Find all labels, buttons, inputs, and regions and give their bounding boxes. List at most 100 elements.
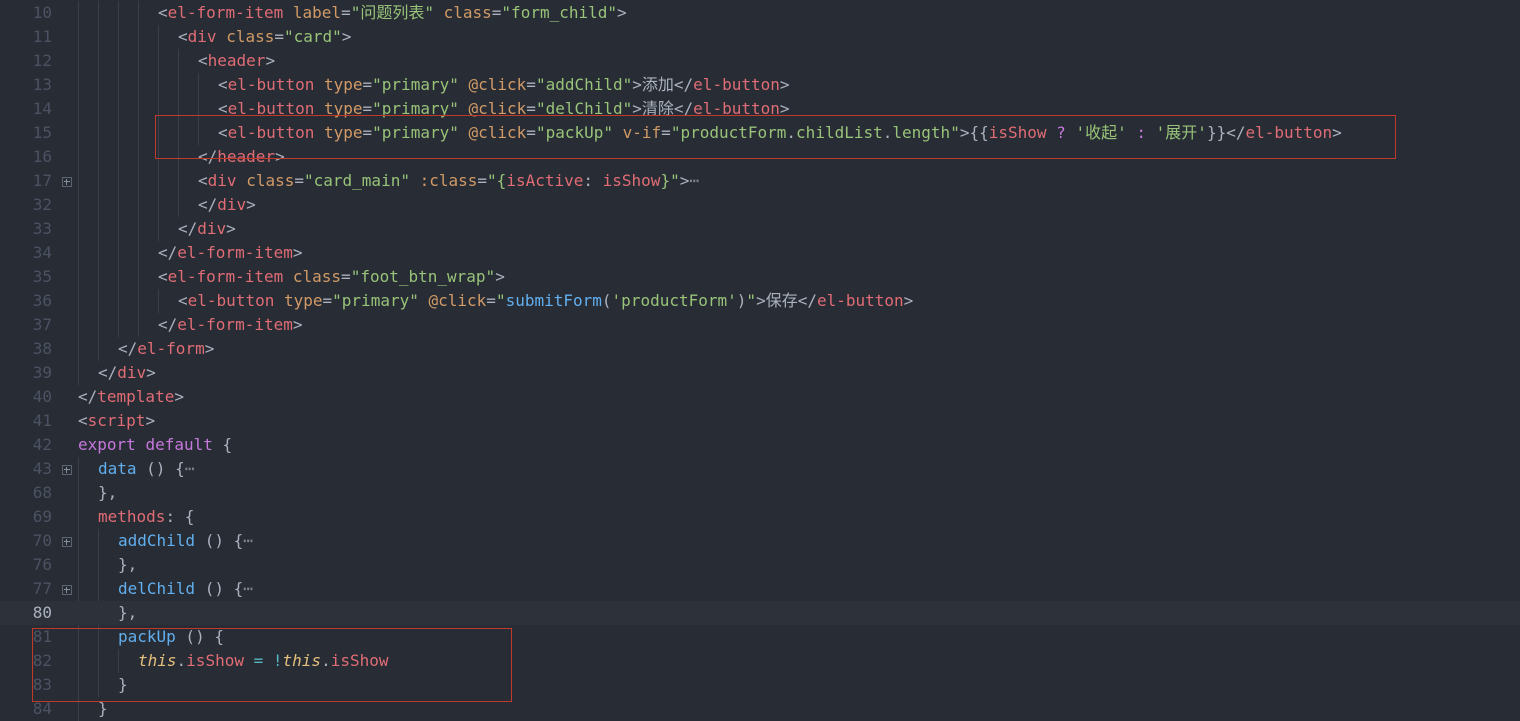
code-line[interactable]: 15 <el-button type="primary" @click="pack…	[0, 121, 1520, 145]
code-line[interactable]: 13 <el-button type="primary" @click="addC…	[0, 73, 1520, 97]
code-line[interactable]: 17 <div class="card_main" :class="{isActi…	[0, 169, 1520, 193]
fold-expand-icon[interactable]	[62, 177, 72, 187]
code-line[interactable]: 35 <el-form-item class="foot_btn_wrap">	[0, 265, 1520, 289]
fold-expand-icon[interactable]	[62, 465, 72, 475]
code-text: </header>	[198, 145, 285, 169]
code-line[interactable]: 81 packUp () {	[0, 625, 1520, 649]
code-token: </	[118, 339, 138, 358]
code-token: "productForm	[670, 123, 787, 142]
code-token: =	[661, 123, 671, 142]
code-line[interactable]: 34 </el-form-item>	[0, 241, 1520, 265]
code-token: "foot_btn_wrap"	[350, 267, 496, 286]
code-line[interactable]: 32 </div>	[0, 193, 1520, 217]
code-text: <header>	[198, 49, 275, 73]
code-token: el-form-item	[167, 3, 284, 22]
fold-expand-icon[interactable]	[62, 585, 72, 595]
code-line[interactable]: 16 </header>	[0, 145, 1520, 169]
code-line[interactable]: 43 data () {⋯	[0, 457, 1520, 481]
code-line[interactable]: 80},	[0, 601, 1520, 625]
code-line[interactable]: 77 delChild () {⋯	[0, 577, 1520, 601]
code-token: "form_child"	[501, 3, 618, 22]
code-line[interactable]: 84}	[0, 697, 1520, 721]
code-line[interactable]: 42 export default {	[0, 433, 1520, 457]
line-number: 32	[32, 195, 52, 214]
code-token: childList	[796, 123, 883, 142]
line-number: 34	[32, 243, 52, 262]
code-token: </	[198, 147, 218, 166]
code-token: div	[117, 363, 147, 382]
code-token: },	[118, 555, 138, 574]
code-line[interactable]: 68},	[0, 481, 1520, 505]
code-token: )	[736, 291, 747, 310]
code-line[interactable]: 33 </div>	[0, 217, 1520, 241]
code-text: export default {	[78, 433, 232, 457]
collapsed-ellipsis[interactable]: ⋯	[243, 579, 253, 598]
code-editor[interactable]: 10 <el-form-item label="问题列表" class="form…	[0, 0, 1520, 721]
code-line[interactable]: 69 methods: {	[0, 505, 1520, 529]
line-number: 80	[32, 603, 52, 622]
line-number: 68	[32, 483, 52, 502]
code-token: export	[78, 435, 136, 454]
code-text: <el-form-item class="foot_btn_wrap">	[158, 265, 505, 289]
code-token: type	[283, 291, 323, 310]
code-token: },	[118, 603, 138, 622]
code-line[interactable]: 12 <header>	[0, 49, 1520, 73]
collapsed-ellipsis[interactable]: ⋯	[243, 531, 253, 550]
code-text: <div class="card_main" :class="{isActive…	[198, 169, 699, 193]
code-line[interactable]: 10 <el-form-item label="问题列表" class="form…	[0, 1, 1520, 25]
code-line[interactable]: 11 <div class="card">	[0, 25, 1520, 49]
line-number: 82	[32, 651, 52, 670]
fold-expand-icon[interactable]	[62, 537, 72, 547]
code-line[interactable]: 40 </template>	[0, 385, 1520, 409]
line-number: 11	[32, 27, 52, 46]
code-token: =	[362, 75, 373, 94]
code-text: },	[118, 601, 137, 625]
code-token: () {	[136, 459, 185, 478]
code-line[interactable]: 38 </el-form>	[0, 337, 1520, 361]
code-text: </el-form-item>	[158, 241, 303, 265]
code-token: <	[218, 99, 228, 118]
collapsed-ellipsis[interactable]: ⋯	[689, 171, 699, 190]
code-text: <script>	[78, 409, 155, 433]
code-token: >	[495, 267, 505, 286]
code-line[interactable]: 37 </el-form-item>	[0, 313, 1520, 337]
code-token: =	[526, 99, 536, 118]
code-line[interactable]: 14 <el-button type="primary" @click="delC…	[0, 97, 1520, 121]
code-token: isActive	[506, 171, 584, 190]
code-line[interactable]: 41 <script>	[0, 409, 1520, 433]
code-line[interactable]: 82 this.isShow = !this.isShow	[0, 649, 1520, 673]
code-token: =	[477, 171, 488, 190]
code-text: },	[118, 553, 137, 577]
code-token: data	[98, 459, 137, 478]
code-line[interactable]: 70 addChild () {⋯	[0, 529, 1520, 553]
code-token: =	[362, 123, 373, 142]
code-line[interactable]: 83}	[0, 673, 1520, 697]
code-token: @click	[428, 291, 487, 310]
code-token: el-button	[816, 291, 904, 310]
code-token: el-form-item	[177, 315, 293, 334]
code-token: :	[1136, 123, 1147, 142]
code-token: }"	[660, 171, 680, 190]
code-token: >	[341, 27, 352, 46]
code-token: () {	[175, 627, 224, 646]
code-token: div	[207, 171, 237, 190]
code-text: data () {⋯	[98, 457, 194, 481]
collapsed-ellipsis[interactable]: ⋯	[185, 459, 195, 478]
code-token: length"	[892, 123, 960, 142]
code-token: isShow	[602, 171, 661, 190]
code-line[interactable]: 39 </div>	[0, 361, 1520, 385]
code-token: el-button	[693, 99, 780, 118]
line-number: 42	[32, 435, 52, 454]
code-line[interactable]: 36 <el-button type="primary" @click="subm…	[0, 289, 1520, 313]
code-token: @click	[468, 75, 527, 94]
code-line[interactable]: 76},	[0, 553, 1520, 577]
code-token: =	[486, 291, 496, 310]
code-text: <div class="card">	[178, 25, 351, 49]
code-token: =	[491, 3, 502, 22]
